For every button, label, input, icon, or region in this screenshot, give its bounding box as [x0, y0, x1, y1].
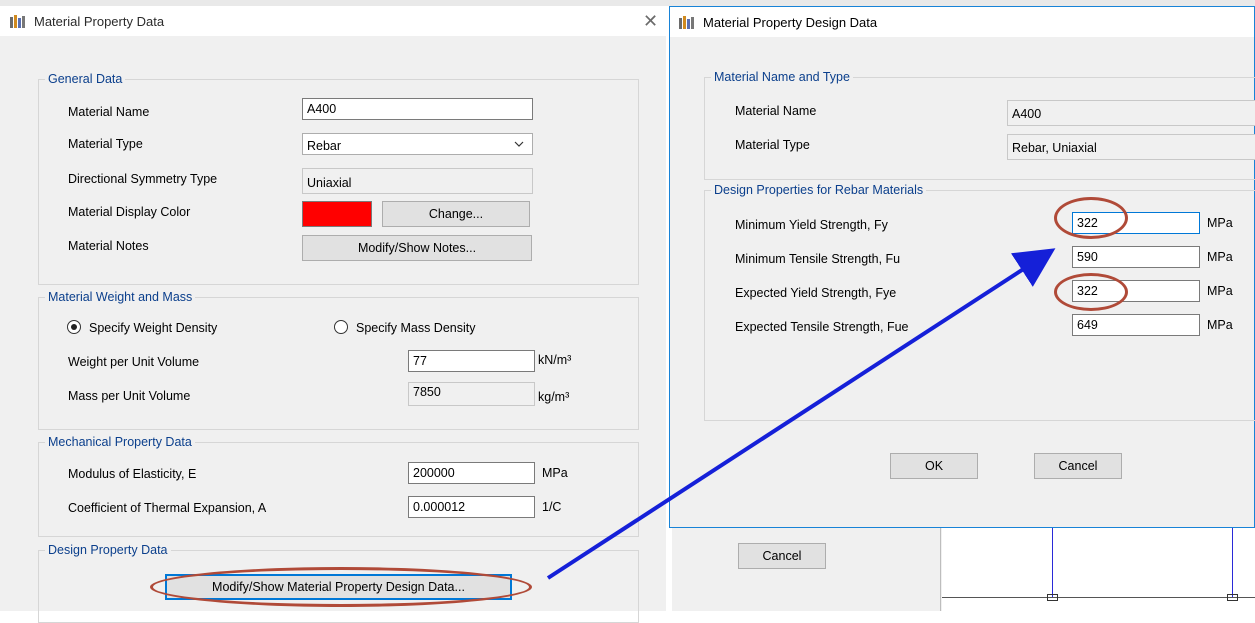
annotation-arrow: [546, 248, 1056, 580]
